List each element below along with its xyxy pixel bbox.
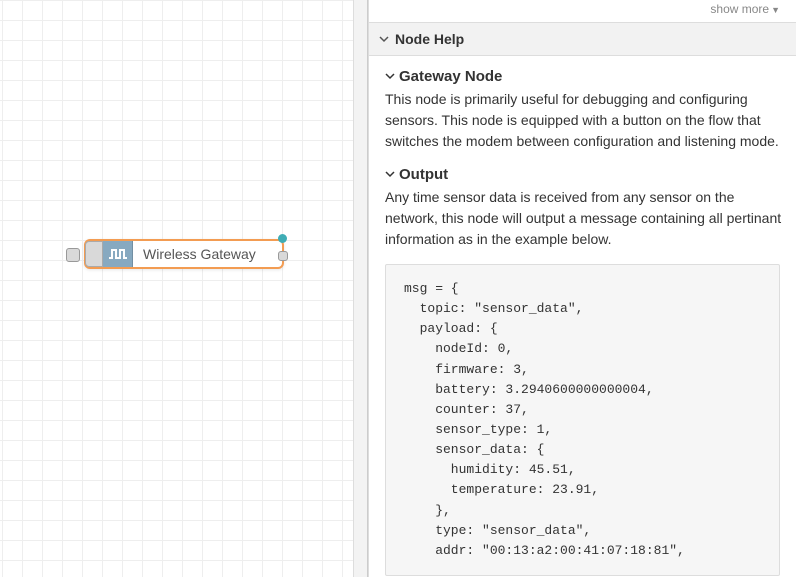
node-help-header[interactable]: Node Help [369,22,796,56]
show-more-label: show more [710,2,769,16]
chevron-down-icon [385,68,395,85]
chevron-down-icon [385,166,395,183]
section-title: Node Help [395,31,464,47]
output-body: Any time sensor data is received from an… [385,187,784,250]
code-example: msg = { topic: "sensor_data", payload: {… [385,264,780,576]
flow-canvas[interactable]: Wireless Gateway [0,0,368,577]
wireless-icon [103,241,133,267]
caret-down-icon: ▼ [771,5,780,15]
output-heading[interactable]: Output [385,166,784,183]
node-status-dot [278,234,287,243]
help-content: Gateway Node This node is primarily usef… [385,56,790,577]
help-sidebar: show more▼ Node Help Gateway Node This n… [368,0,796,577]
canvas-scrollbar[interactable] [353,0,367,577]
node-toggle-button[interactable] [66,248,80,262]
node-output-port[interactable] [278,251,288,261]
gateway-node[interactable]: Wireless Gateway [84,239,284,269]
show-more-link[interactable]: show more▼ [385,0,790,22]
gateway-body: This node is primarily useful for debugg… [385,89,784,152]
chevron-down-icon [379,31,389,47]
gateway-heading[interactable]: Gateway Node [385,68,784,85]
node-input-port[interactable] [85,241,103,267]
output-title-text: Output [399,166,448,183]
node-label: Wireless Gateway [133,246,256,262]
gateway-title-text: Gateway Node [399,68,502,85]
